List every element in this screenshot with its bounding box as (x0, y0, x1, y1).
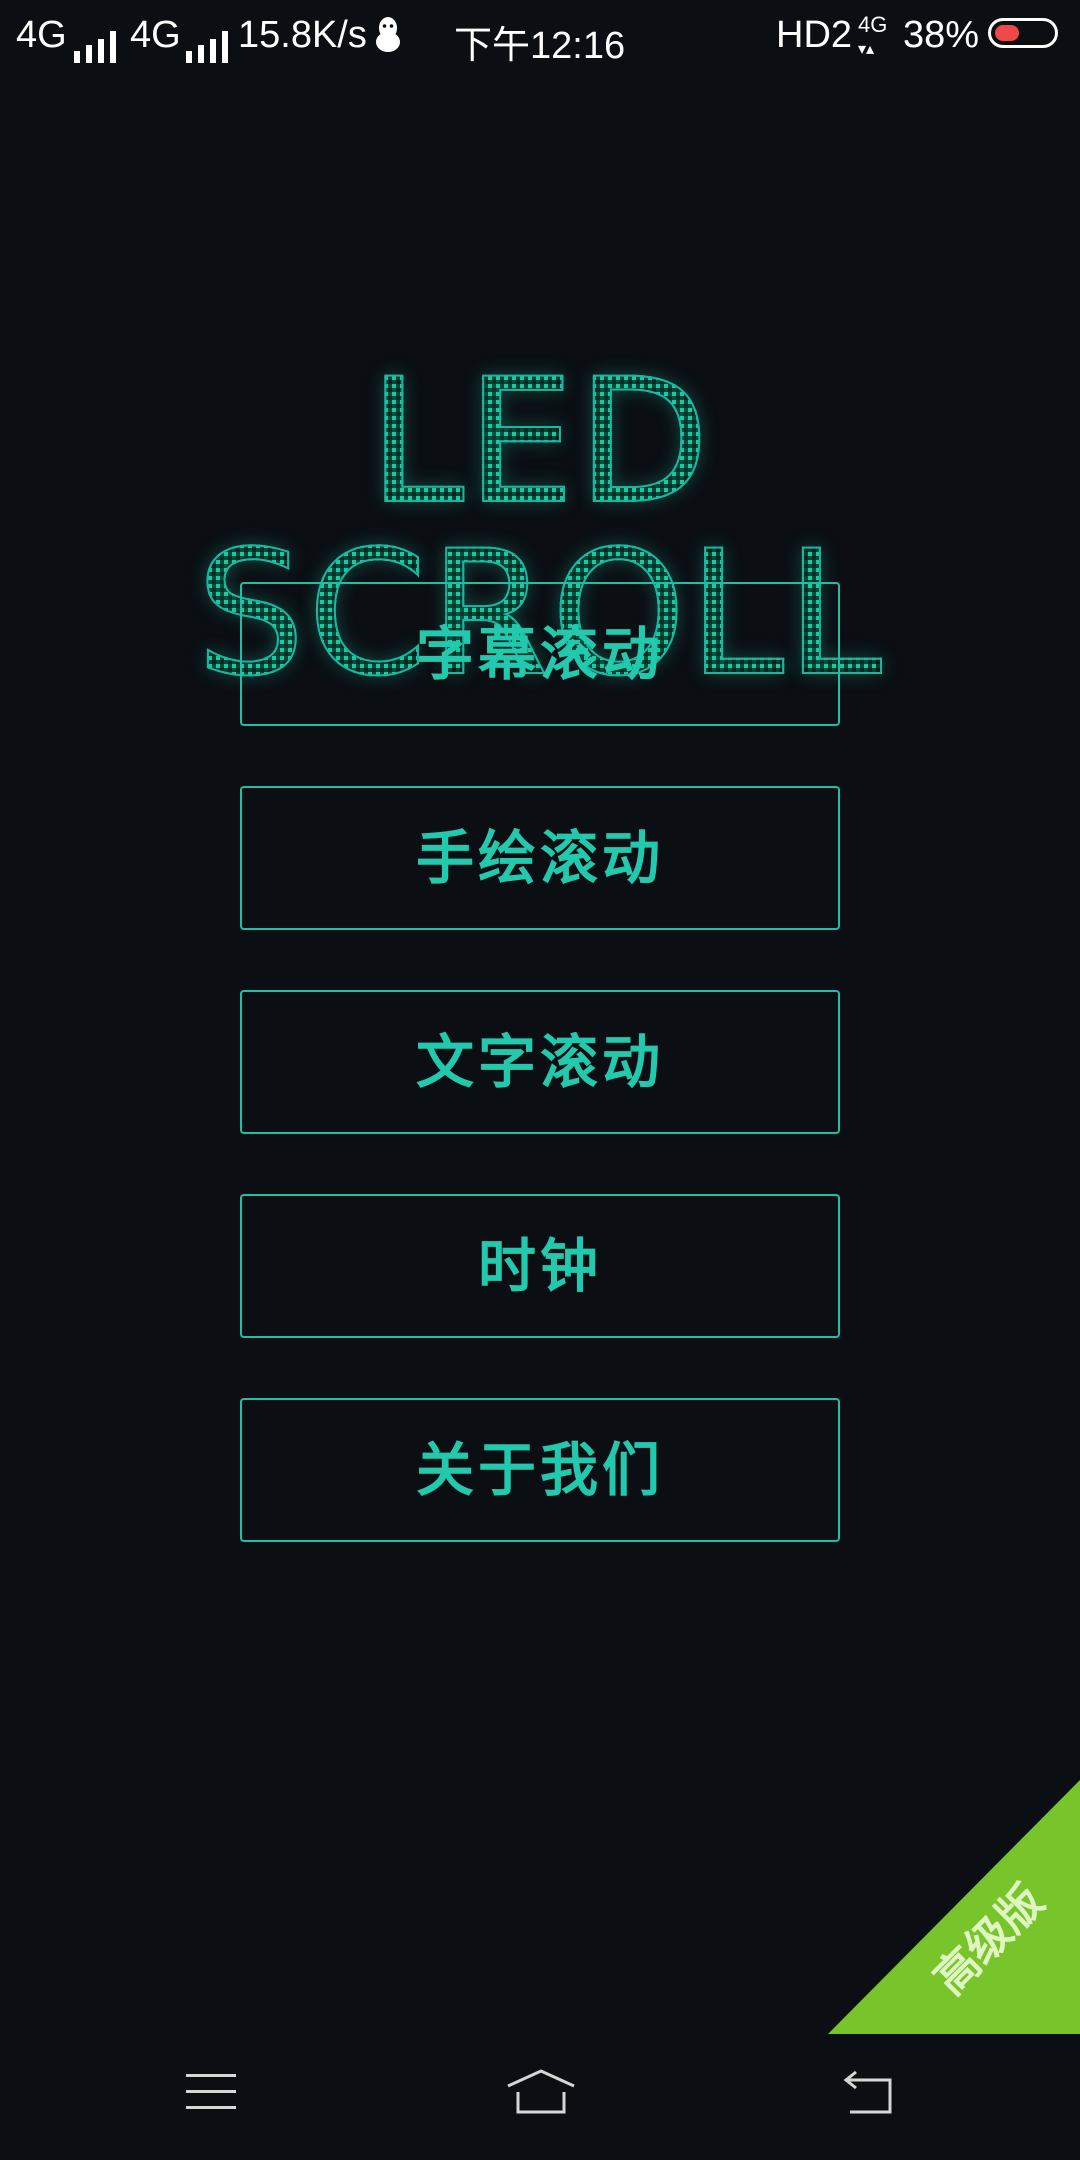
signal-icon-1 (68, 20, 122, 63)
network-speed: 15.8K/s (238, 14, 367, 56)
status-bar: 4G 4G 15.8K/s 下午12:16 HD2 4G ▾▴ 38% (0, 0, 1080, 76)
home-icon[interactable] (506, 2068, 576, 2116)
hd-indicator: HD2 (776, 14, 853, 56)
subtitle-scroll-button[interactable]: 字幕滚动 (240, 582, 840, 726)
app-screen: 4G 4G 15.8K/s 下午12:16 HD2 4G ▾▴ 38% LED S… (0, 0, 1080, 2160)
network-type-1: 4G (16, 14, 67, 56)
qq-icon (376, 17, 400, 52)
back-icon[interactable] (840, 2070, 896, 2116)
system-nav-bar (0, 2040, 1080, 2160)
data-type-indicator: 4G ▾▴ (858, 12, 888, 58)
signal-icon-2 (180, 20, 234, 63)
battery-icon (988, 18, 1058, 48)
network-type-2: 4G (130, 14, 181, 56)
clock-button[interactable]: 时钟 (240, 1194, 840, 1338)
menu-icon[interactable] (186, 2070, 238, 2114)
battery-percent: 38% (903, 14, 980, 56)
about-us-button[interactable]: 关于我们 (240, 1398, 840, 1542)
handdrawn-scroll-button[interactable]: 手绘滚动 (240, 786, 840, 930)
clock-time: 下午12:16 (454, 25, 626, 67)
text-scroll-button[interactable]: 文字滚动 (240, 990, 840, 1134)
